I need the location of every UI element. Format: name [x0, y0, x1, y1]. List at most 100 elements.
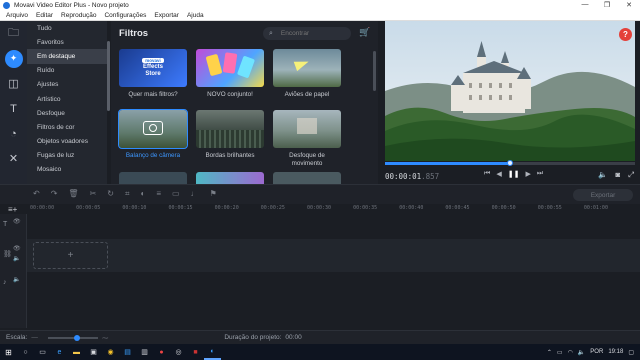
track-lane[interactable] [27, 214, 640, 239]
volume-tray-icon[interactable]: 🔈 [578, 349, 585, 356]
category-ajustes[interactable]: Ajustes [27, 78, 107, 92]
export-button[interactable]: Exportar [573, 189, 633, 201]
task-view-icon[interactable]: ▭ [34, 344, 51, 360]
stickers-icon[interactable]: ◔ [0, 121, 27, 146]
media-player-icon[interactable]: ● [153, 344, 170, 360]
filters-tool-icon[interactable]: ✦ [0, 46, 27, 71]
library-scrollbar[interactable] [373, 21, 377, 184]
clock[interactable]: 19:18 [608, 349, 623, 355]
import-files-icon[interactable]: 🗀 [0, 21, 27, 46]
search-input[interactable] [280, 30, 341, 37]
tile-bordas-brilhantes[interactable]: Bordas brilhantes [196, 110, 264, 160]
redo-icon[interactable]: ↷ [51, 189, 58, 199]
rotate-icon[interactable]: ↻ [107, 189, 114, 199]
pause-icon[interactable]: ❚❚ [508, 170, 520, 178]
zoom-slider[interactable] [47, 334, 98, 341]
tile-balanco-de-camera[interactable]: Balanço de câmera [118, 109, 188, 160]
cut-icon[interactable]: ✂ [90, 189, 97, 199]
properties-icon[interactable]: ≡ [156, 189, 161, 199]
file-explorer-icon[interactable]: ▬ [68, 344, 85, 360]
menu-configuracoes[interactable]: Configurações [100, 12, 150, 19]
category-desfoque[interactable]: Desfoque [27, 106, 107, 120]
visibility-icon[interactable]: 👁 [13, 218, 21, 225]
flag-icon[interactable]: ⚑ [210, 189, 217, 199]
category-mosaico[interactable]: Mosaico [27, 163, 107, 177]
menu-editar[interactable]: Editar [32, 12, 57, 19]
edge-browser-icon[interactable]: e [51, 344, 68, 360]
tile-partial[interactable] [196, 172, 264, 184]
photos-icon[interactable]: ▥ [136, 344, 153, 360]
snapshot-icon[interactable]: ◙ [615, 170, 620, 180]
app-icon[interactable]: ■ [187, 344, 204, 360]
menu-reproducao[interactable]: Reprodução [57, 12, 100, 19]
timeline-ruler[interactable]: ≡+ 00:00:00 00:00:05 00:00:10 00:00:15 0… [0, 204, 640, 214]
zoom-out-icon[interactable]: — [31, 334, 38, 341]
crop-icon[interactable]: ⌗ [125, 189, 130, 199]
add-track-icon[interactable]: ≡+ [8, 205, 17, 214]
category-artistico[interactable]: Artístico [27, 92, 107, 106]
progress-handle[interactable] [507, 160, 513, 166]
tray-arrow-icon[interactable]: ⌃ [547, 349, 552, 356]
close-button[interactable]: ✕ [618, 1, 640, 9]
add-media-dropzone[interactable]: + [33, 242, 108, 269]
movavi-taskbar-icon[interactable]: ◐ [204, 344, 221, 360]
category-ruido[interactable]: Ruído [27, 64, 107, 78]
battery-icon[interactable]: ▭ [557, 349, 563, 356]
track-lane[interactable]: + [27, 239, 640, 272]
category-filtros-de-cor[interactable]: Filtros de cor [27, 120, 107, 134]
category-em-destaque[interactable]: Em destaque [27, 49, 107, 64]
audio-track[interactable]: ♪ 🔈 [0, 272, 640, 296]
link-icon[interactable]: ⛓ [3, 250, 12, 258]
track-lane[interactable] [27, 272, 640, 296]
zoom-in-icon[interactable]: ⁓ [102, 334, 109, 342]
transitions-icon[interactable]: ◫ [0, 71, 27, 96]
tile-partial[interactable] [273, 172, 341, 184]
preview-progress-bar[interactable] [385, 160, 635, 166]
zoom-handle[interactable] [73, 334, 80, 341]
titles-icon[interactable]: T [0, 96, 27, 121]
cart-icon[interactable]: 🛒 [359, 27, 370, 38]
more-tools-icon[interactable]: ✕ [0, 146, 27, 171]
media-icon[interactable]: ▭ [172, 189, 180, 199]
network-icon[interactable]: ◠ [568, 349, 573, 356]
tile-effects-store[interactable]: movavi Effects Store Quer mais filtros? [119, 49, 187, 99]
tile-novo-conjunto[interactable]: NOVO conjunto! [196, 49, 264, 99]
menu-exportar[interactable]: Exportar [150, 12, 183, 19]
color-icon[interactable]: ◐ [140, 189, 145, 199]
skip-start-icon[interactable]: ⏮ [484, 170, 490, 178]
step-back-icon[interactable]: ◀ [496, 170, 501, 178]
search-taskbar-icon[interactable]: ○ [17, 344, 34, 360]
tile-partial[interactable] [119, 172, 187, 184]
video-track[interactable]: ⛓ 👁 🔈 + [0, 239, 640, 272]
mute-icon[interactable]: 🔈 [13, 276, 20, 283]
minimize-button[interactable]: — [574, 1, 596, 9]
notifications-icon[interactable]: ▢ [628, 349, 634, 356]
windows-start-icon[interactable]: ⊞ [0, 344, 17, 360]
tile-avioes-de-papel[interactable]: Aviões de papel [273, 49, 341, 99]
delete-icon[interactable]: 🗑 [68, 189, 78, 199]
category-fugas-de-luz[interactable]: Fugas de luz [27, 149, 107, 163]
app-icon[interactable]: ◎ [170, 344, 187, 360]
tile-desfoque-de-movimento[interactable]: Desfoque de movimento [273, 110, 341, 168]
step-forward-icon[interactable]: ▶ [525, 170, 530, 178]
fullscreen-icon[interactable]: ⤢ [628, 170, 634, 180]
chrome-icon[interactable]: ◉ [102, 344, 119, 360]
language-indicator[interactable]: POR [590, 349, 603, 355]
help-button[interactable]: ? [619, 28, 632, 41]
volume-icon[interactable]: 🔈 [598, 170, 607, 180]
visibility-icon[interactable]: 👁 [13, 245, 21, 252]
mute-icon[interactable]: 🔈 [13, 255, 20, 262]
category-tudo[interactable]: Tudo [27, 21, 107, 35]
category-objetos-voadores[interactable]: Objetos voadores [27, 135, 107, 149]
store-icon[interactable]: ▣ [85, 344, 102, 360]
undo-icon[interactable]: ↶ [33, 189, 40, 199]
audio-icon[interactable]: ♩ [191, 189, 199, 199]
category-favoritos[interactable]: Favoritos [27, 35, 107, 49]
app-icon[interactable]: ▤ [119, 344, 136, 360]
skip-end-icon[interactable]: ⏭ [537, 170, 543, 178]
windows-taskbar: ⊞ ○ ▭ e ▬ ▣ ◉ ▤ ▥ ● ◎ ■ ◐ ⌃ ▭ ◠ 🔈 POR 19… [0, 344, 640, 360]
menu-arquivo[interactable]: Arquivo [0, 12, 32, 19]
title-track[interactable]: T 👁 [0, 214, 640, 239]
maximize-button[interactable]: ❐ [596, 1, 618, 9]
menu-ajuda[interactable]: Ajuda [183, 12, 208, 19]
